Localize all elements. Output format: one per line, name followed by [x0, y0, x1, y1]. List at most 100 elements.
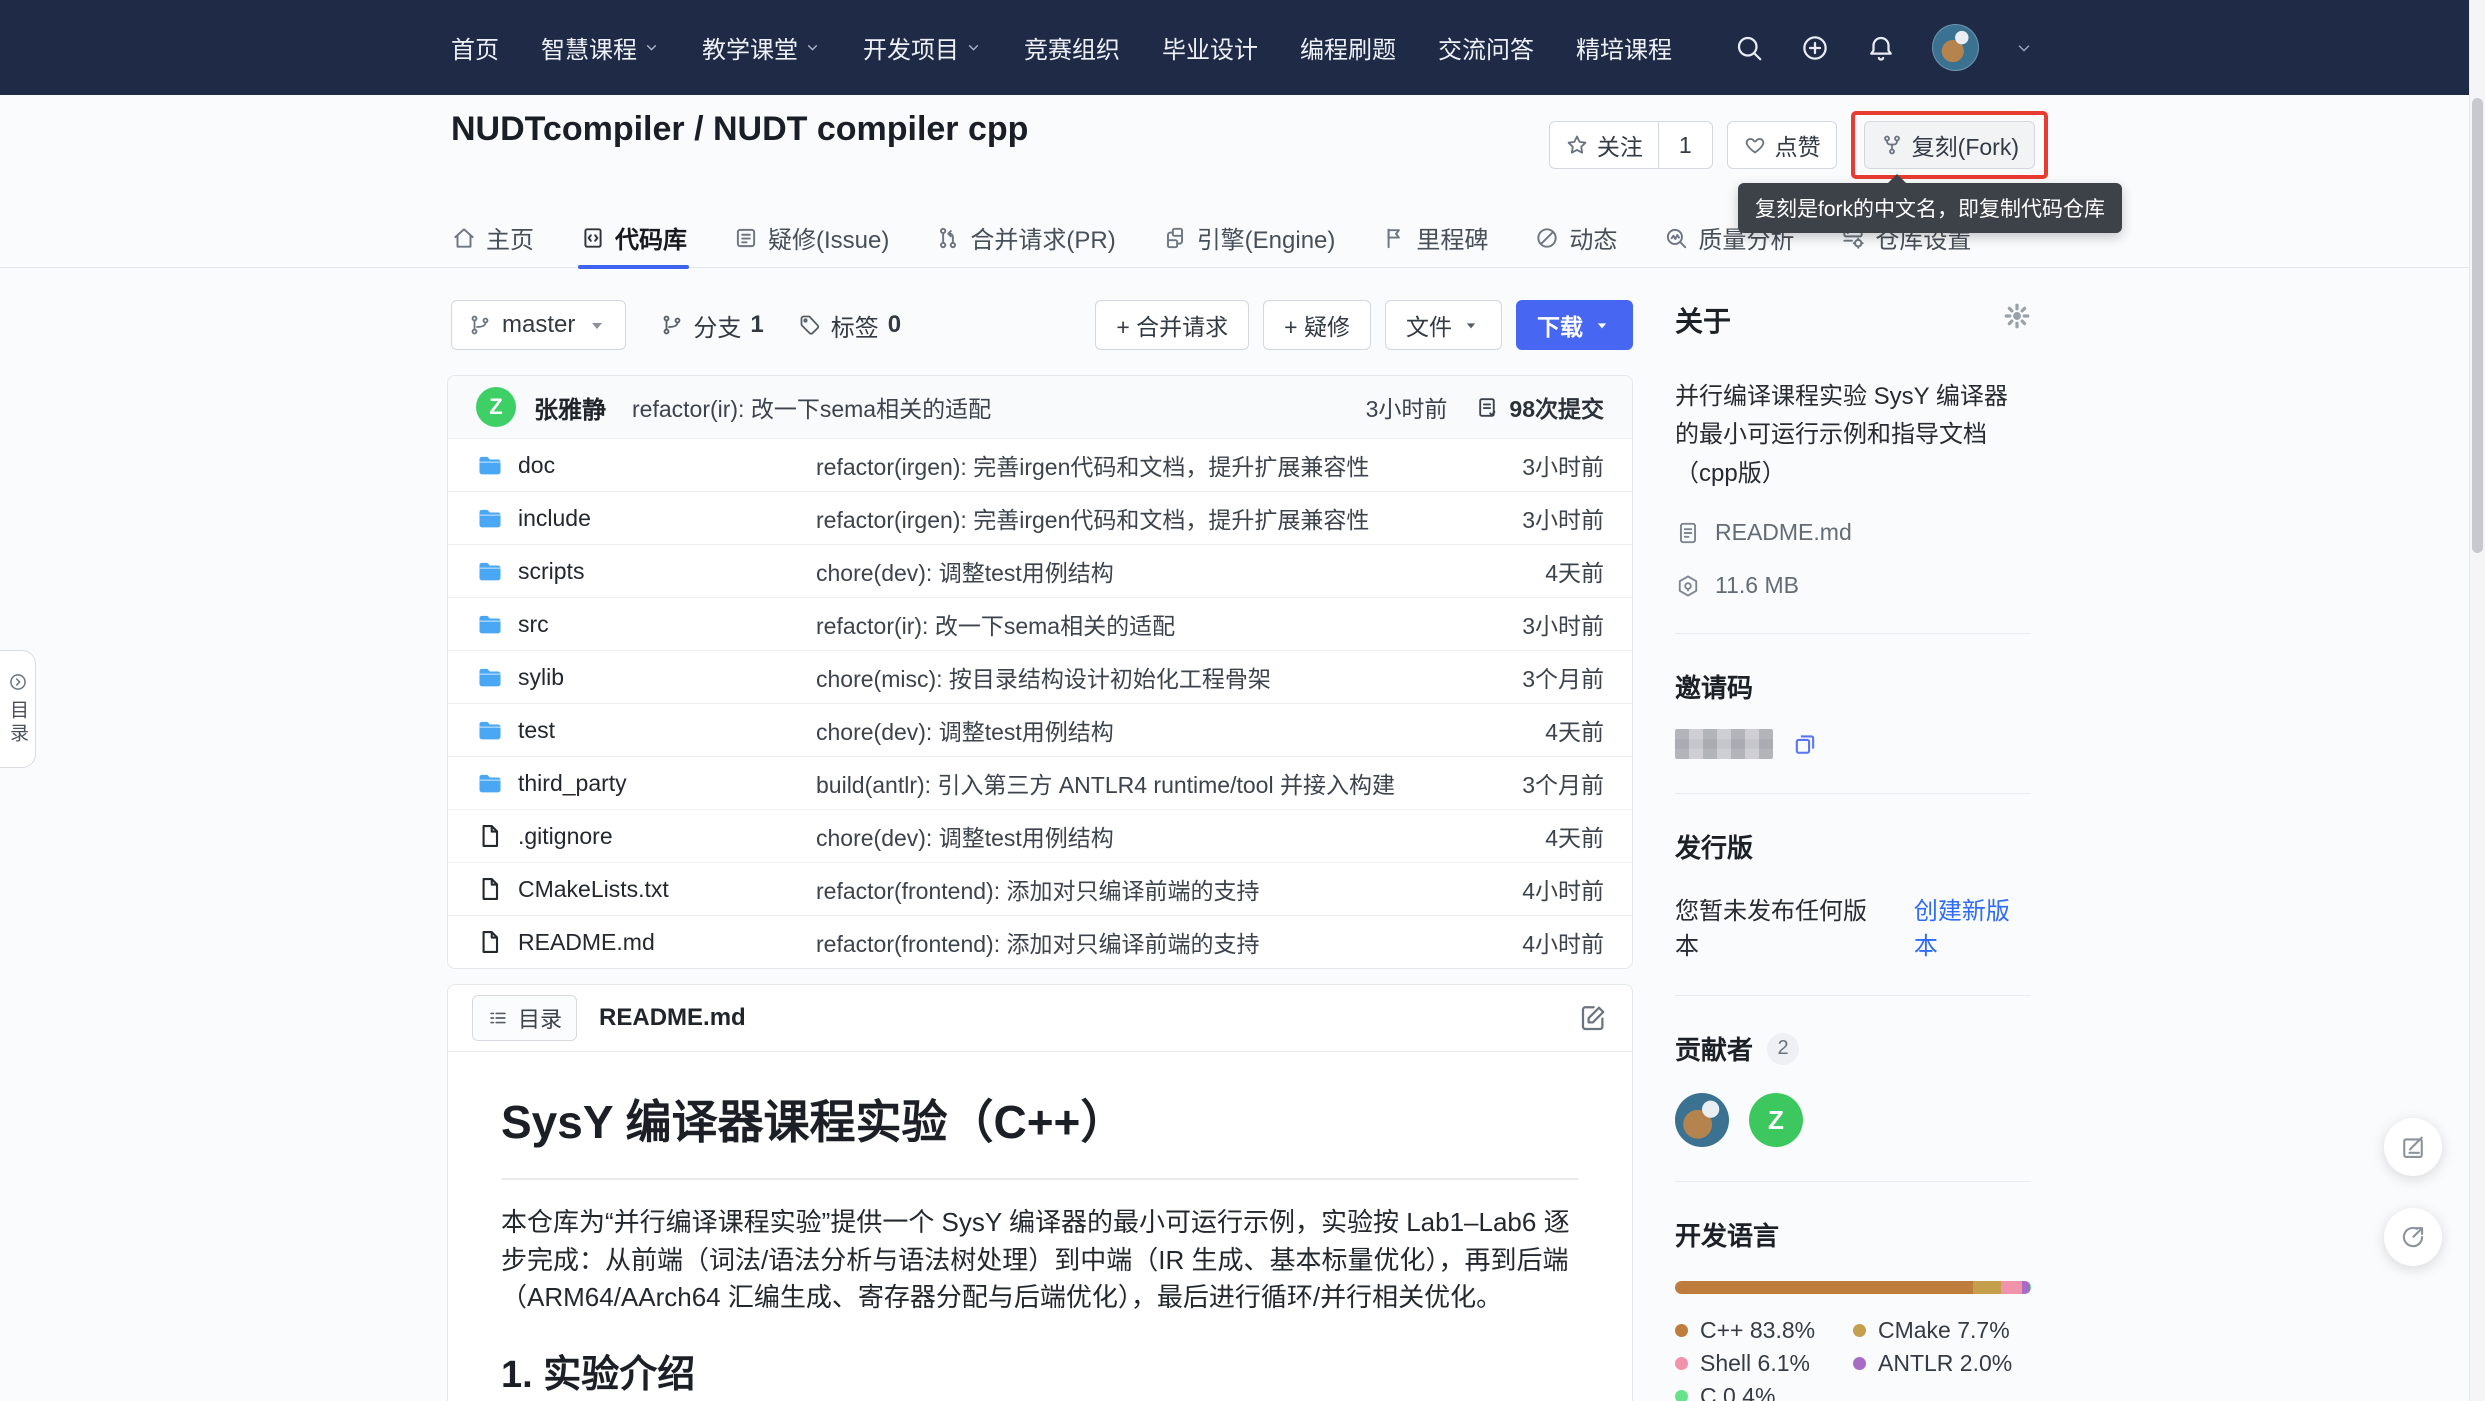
- download-dropdown[interactable]: 下载: [1516, 300, 1633, 350]
- branches-link[interactable]: 分支 1: [660, 308, 763, 343]
- language-legend-item: ANTLR 2.0%: [1853, 1347, 2031, 1380]
- file-name[interactable]: doc: [476, 451, 816, 479]
- file-commit-message[interactable]: refactor(frontend): 添加对只编译前端的支持: [816, 925, 1454, 959]
- file-commit-message[interactable]: refactor(irgen): 完善irgen代码和文档，提升扩展兼容性: [816, 448, 1454, 482]
- table-row[interactable]: scriptschore(dev): 调整test用例结构4天前: [448, 544, 1632, 597]
- user-avatar[interactable]: [1932, 24, 1979, 71]
- contributor-avatar[interactable]: Z: [1749, 1093, 1803, 1147]
- contributors-heading: 贡献者: [1675, 1030, 1753, 1067]
- commit-author-avatar[interactable]: Z: [476, 387, 516, 427]
- bell-icon[interactable]: [1866, 33, 1896, 63]
- nav-item-classrooms[interactable]: 教学课堂: [702, 30, 821, 65]
- files-label: 文件: [1406, 308, 1452, 342]
- file-commit-message[interactable]: refactor(frontend): 添加对只编译前端的支持: [816, 872, 1454, 906]
- latest-commit-bar: Z 张雅静 refactor(ir): 改一下sema相关的适配 3小时前 98…: [448, 376, 1632, 439]
- branch-selector[interactable]: master: [451, 300, 626, 350]
- nav-item-dev-projects[interactable]: 开发项目: [863, 30, 982, 65]
- table-row[interactable]: srcrefactor(ir): 改一下sema相关的适配3小时前: [448, 597, 1632, 650]
- document-icon: [1675, 520, 1701, 546]
- share-button[interactable]: [2384, 1208, 2442, 1266]
- commits-link[interactable]: 98次提交: [1475, 390, 1604, 424]
- scrollbar-track[interactable]: [2469, 0, 2485, 1401]
- file-commit-message[interactable]: chore(misc): 按目录结构设计初始化工程骨架: [816, 660, 1454, 694]
- new-pr-button[interactable]: + 合并请求: [1095, 300, 1249, 350]
- like-button[interactable]: 点赞: [1727, 121, 1837, 169]
- file-name[interactable]: src: [476, 610, 816, 638]
- commit-message[interactable]: refactor(ir): 改一下sema相关的适配: [632, 390, 1348, 424]
- gear-icon[interactable]: [2003, 302, 2031, 330]
- table-row[interactable]: testchore(dev): 调整test用例结构4天前: [448, 703, 1632, 756]
- scrollbar-thumb[interactable]: [2472, 98, 2483, 553]
- edit-readme-icon[interactable]: [1578, 1003, 1608, 1033]
- repo-size-label: 11.6 MB: [1715, 572, 1799, 599]
- toc-float-tab[interactable]: 目录: [0, 650, 36, 768]
- repo-size: 11.6 MB: [1675, 572, 2031, 599]
- file-name[interactable]: scripts: [476, 557, 816, 585]
- nav-item-qa[interactable]: 交流问答: [1438, 30, 1534, 65]
- table-row[interactable]: third_partybuild(antlr): 引入第三方 ANTLR4 ru…: [448, 756, 1632, 809]
- create-release-link[interactable]: 创建新版本: [1914, 891, 2031, 961]
- watch-button[interactable]: 关注: [1550, 122, 1658, 168]
- commit-author[interactable]: 张雅静: [534, 390, 606, 425]
- tab-engine[interactable]: 引擎(Engine): [1162, 208, 1336, 267]
- nav-item-home[interactable]: 首页: [451, 30, 499, 65]
- file-icon: [476, 928, 504, 956]
- table-row[interactable]: sylibchore(misc): 按目录结构设计初始化工程骨架3个月前: [448, 650, 1632, 703]
- file-browser-card: Z 张雅静 refactor(ir): 改一下sema相关的适配 3小时前 98…: [447, 375, 1633, 969]
- search-icon[interactable]: [1734, 33, 1764, 63]
- file-name[interactable]: include: [476, 504, 816, 532]
- home-icon: [451, 225, 477, 251]
- nav-item-coding-practice[interactable]: 编程刷题: [1300, 30, 1396, 65]
- table-row[interactable]: docrefactor(irgen): 完善irgen代码和文档，提升扩展兼容性…: [448, 439, 1632, 491]
- plus-circle-icon[interactable]: [1800, 33, 1830, 63]
- language-label: CMake 7.7%: [1878, 1317, 2010, 1344]
- table-row[interactable]: .gitignorechore(dev): 调整test用例结构4天前: [448, 809, 1632, 862]
- table-row[interactable]: includerefactor(irgen): 完善irgen代码和文档，提升扩…: [448, 491, 1632, 544]
- file-name[interactable]: test: [476, 716, 816, 744]
- readme-intro: 本仓库为“并行编译课程实验”提供一个 SysY 编译器的最小可运行示例，实验按 …: [501, 1204, 1579, 1317]
- nav-item-smart-courses[interactable]: 智慧课程: [541, 30, 660, 65]
- tags-count: 0: [888, 311, 901, 339]
- readme-link[interactable]: README.md: [1675, 519, 2031, 546]
- file-commit-time: 4小时前: [1454, 872, 1604, 906]
- fork-label: 复刻(Fork): [1912, 128, 2019, 162]
- file-name[interactable]: sylib: [476, 663, 816, 691]
- nav-item-training[interactable]: 精培课程: [1576, 30, 1672, 65]
- tab-home[interactable]: 主页: [451, 208, 534, 267]
- file-commit-message[interactable]: chore(dev): 调整test用例结构: [816, 819, 1454, 853]
- nav-item-competitions[interactable]: 竞赛组织: [1024, 30, 1120, 65]
- tab-issues[interactable]: 疑修(Issue): [733, 208, 889, 267]
- copy-icon[interactable]: [1791, 730, 1819, 758]
- tab-milestones[interactable]: 里程碑: [1381, 208, 1488, 267]
- contributor-avatar[interactable]: [1675, 1093, 1729, 1147]
- chevron-down-icon[interactable]: [2015, 39, 2033, 57]
- file-commit-message[interactable]: chore(dev): 调整test用例结构: [816, 713, 1454, 747]
- fork-button[interactable]: 复刻(Fork): [1864, 121, 2035, 169]
- tab-pulls[interactable]: 合并请求(PR): [935, 208, 1115, 267]
- file-commit-message[interactable]: chore(dev): 调整test用例结构: [816, 554, 1454, 588]
- tab-activity[interactable]: 动态: [1534, 208, 1617, 267]
- file-commit-message[interactable]: build(antlr): 引入第三方 ANTLR4 runtime/tool …: [816, 766, 1454, 800]
- file-name[interactable]: third_party: [476, 769, 816, 797]
- files-dropdown[interactable]: 文件: [1385, 300, 1502, 350]
- new-issue-button[interactable]: + 疑修: [1263, 300, 1371, 350]
- activity-icon: [1534, 225, 1560, 251]
- issue-icon: [733, 225, 759, 251]
- tab-code[interactable]: 代码库: [580, 208, 687, 267]
- commit-time: 3小时前: [1366, 390, 1448, 424]
- file-name[interactable]: CMakeLists.txt: [476, 875, 816, 903]
- file-commit-message[interactable]: refactor(ir): 改一下sema相关的适配: [816, 607, 1454, 641]
- repo-description: 并行编译课程实验 SysY 编译器的最小可运行示例和指导文档（cpp版）: [1675, 378, 2031, 493]
- file-commit-message[interactable]: refactor(irgen): 完善irgen代码和文档，提升扩展兼容性: [816, 501, 1454, 535]
- file-name[interactable]: README.md: [476, 928, 816, 956]
- readme-toc-button[interactable]: 目录: [472, 995, 577, 1041]
- branch-icon: [468, 313, 492, 337]
- file-name[interactable]: .gitignore: [476, 822, 816, 850]
- tags-link[interactable]: 标签 0: [798, 308, 901, 343]
- watch-count[interactable]: 1: [1658, 122, 1712, 168]
- table-row[interactable]: README.mdrefactor(frontend): 添加对只编译前端的支持…: [448, 915, 1632, 968]
- watch-button-group: 关注 1: [1549, 121, 1713, 169]
- table-row[interactable]: CMakeLists.txtrefactor(frontend): 添加对只编译…: [448, 862, 1632, 915]
- nav-item-graduation[interactable]: 毕业设计: [1162, 30, 1258, 65]
- feedback-button[interactable]: [2384, 1118, 2442, 1176]
